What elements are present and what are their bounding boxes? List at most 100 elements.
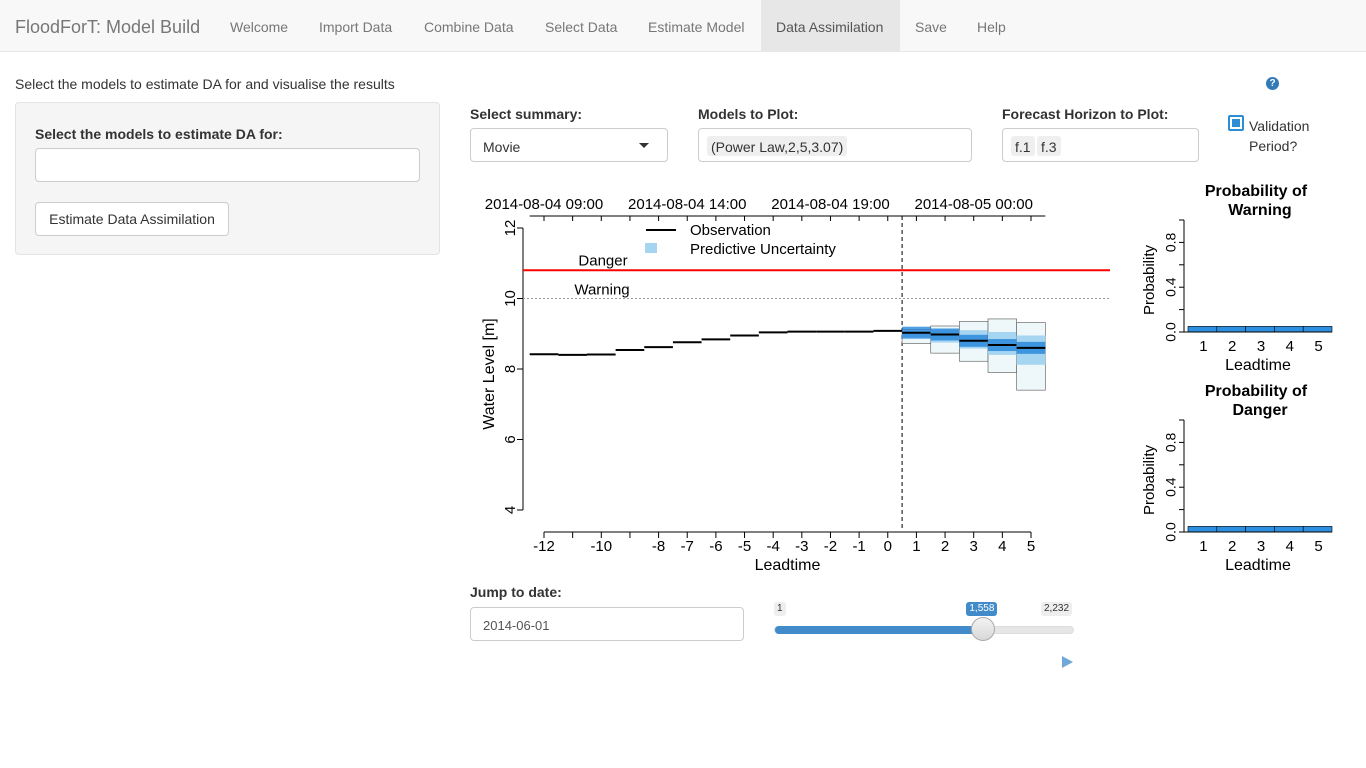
tab-welcome[interactable]: Welcome xyxy=(215,0,303,51)
prob-x-tick-label: 2 xyxy=(1228,338,1236,355)
prob-y-tick-label: 0.0 xyxy=(1163,322,1179,342)
x-tick-label: -2 xyxy=(824,538,837,555)
validation-label: Validation Period? xyxy=(1249,116,1309,156)
y-tick-label: 8 xyxy=(502,365,519,373)
prob-y-tick-label: 0.4 xyxy=(1163,477,1179,497)
y-tick-label: 6 xyxy=(502,435,519,443)
prob-y-tick-label: 0.0 xyxy=(1163,522,1179,542)
help-icon[interactable]: ? xyxy=(1266,77,1279,90)
x-tick-label: -5 xyxy=(738,538,751,555)
model-tag[interactable]: (Power Law,2,5,3.07) xyxy=(707,136,848,156)
prob-x-tick-label: 3 xyxy=(1257,538,1265,555)
prob-x-tick-label: 4 xyxy=(1286,338,1294,355)
prob-x-tick-label: 4 xyxy=(1286,538,1294,555)
tab-combine-data[interactable]: Combine Data xyxy=(409,0,529,51)
uncertainty-band xyxy=(1016,322,1046,391)
prob-x-tick-label: 1 xyxy=(1199,538,1207,555)
uncertainty-band xyxy=(987,318,1017,373)
date-slider[interactable] xyxy=(774,626,1074,634)
tab-help[interactable]: Help xyxy=(962,0,1021,51)
top-axis-label: 2014-08-04 14:00 xyxy=(628,196,746,213)
tab-import-data[interactable]: Import Data xyxy=(304,0,407,51)
x-tick-label: 0 xyxy=(884,538,892,555)
summary-select-value: Movie xyxy=(483,139,521,155)
slider-handle[interactable] xyxy=(971,617,996,641)
uncertainty-band xyxy=(959,321,989,362)
x-tick-label: 2 xyxy=(941,538,949,555)
uncertainty-band xyxy=(901,326,932,344)
horizon-tag-f3[interactable]: f.3 xyxy=(1037,136,1061,156)
validation-checkbox[interactable] xyxy=(1228,115,1244,131)
slider-max-label: 2,232 xyxy=(1041,602,1073,616)
prob-x-tick-label: 5 xyxy=(1314,538,1322,555)
x-tick-label: -12 xyxy=(533,538,555,555)
warning-label: Warning xyxy=(574,282,629,299)
x-tick-label: -10 xyxy=(590,538,612,555)
y-tick-label: 4 xyxy=(502,506,519,514)
prob-bar xyxy=(1216,326,1246,333)
horizon-tag-f1[interactable]: f.1 xyxy=(1011,136,1035,156)
jump-date-label: Jump to date: xyxy=(470,584,562,600)
app-title[interactable]: FloodForT: Model Build xyxy=(15,17,200,38)
top-axis-label: 2014-08-04 19:00 xyxy=(771,196,889,213)
tab-data-assimilation[interactable]: Data Assimilation xyxy=(761,0,900,51)
navbar: FloodForT: Model Build Welcome Import Da… xyxy=(0,0,1366,52)
prob-bar xyxy=(1187,526,1218,533)
uncertainty-band xyxy=(930,325,960,354)
probability-charts: Probability of Warning 0.0 0.4 0.8 Probabilit… xyxy=(1141,183,1333,574)
prob-bar xyxy=(1274,326,1304,333)
prob-bar xyxy=(1245,526,1275,533)
jump-date-value: 2014-06-01 xyxy=(483,618,550,633)
tab-select-data[interactable]: Select Data xyxy=(530,0,632,51)
y-axis-label: Water Level [m] xyxy=(481,318,498,429)
checkbox-checked-mark xyxy=(1232,119,1240,127)
legend-uncertainty-label: Predictive Uncertainty xyxy=(690,241,836,258)
danger-label: Danger xyxy=(578,252,627,269)
chevron-down-icon xyxy=(639,143,649,148)
x-tick-label: 3 xyxy=(970,538,978,555)
prob-y-tick-label: 0.8 xyxy=(1163,232,1179,252)
x-axis-label: Leadtime xyxy=(755,557,821,574)
prob-x-tick-label: 5 xyxy=(1314,338,1322,355)
prob-title-line2: Danger xyxy=(1232,402,1287,419)
x-tick-label: -3 xyxy=(795,538,808,555)
x-tick-label: 4 xyxy=(998,538,1006,555)
slider-min-label: 1 xyxy=(774,602,786,616)
prob-y-label: Probability xyxy=(1141,244,1158,315)
x-tick-label: -6 xyxy=(709,538,722,555)
prob-y-tick-label: 0.4 xyxy=(1163,277,1179,297)
prob-bar xyxy=(1302,326,1333,333)
jump-date-input[interactable]: 2014-06-01 xyxy=(470,607,744,641)
estimate-data-assimilation-button[interactable]: Estimate Data Assimilation xyxy=(35,202,229,236)
validation-label-line1: Validation xyxy=(1249,118,1310,134)
x-tick-label: -4 xyxy=(767,538,780,555)
summary-select[interactable]: Movie xyxy=(470,128,668,162)
prob-x-tick-label: 1 xyxy=(1199,338,1207,355)
prob-y-tick-label: 0.8 xyxy=(1163,432,1179,452)
page-intro: Select the models to estimate DA for and… xyxy=(15,76,395,92)
top-axis-label: 2014-08-04 09:00 xyxy=(485,196,603,213)
models-estimate-input[interactable] xyxy=(35,148,420,182)
sidebar-panel: Select the models to estimate DA for: Es… xyxy=(15,102,440,255)
y-tick-label: 10 xyxy=(502,290,519,307)
prob-title-line1: Probability of xyxy=(1205,183,1308,200)
top-axis-label: 2014-08-05 00:00 xyxy=(914,196,1032,213)
prob-title-line1: Probability of xyxy=(1205,383,1308,400)
models-plot-label: Models to Plot: xyxy=(698,106,799,122)
prob-bar xyxy=(1245,326,1275,333)
x-tick-label: -1 xyxy=(852,538,865,555)
tab-save[interactable]: Save xyxy=(900,0,962,51)
prob-bar xyxy=(1216,526,1246,533)
models-plot-select[interactable]: (Power Law,2,5,3.07) xyxy=(698,128,972,162)
prob-x-tick-label: 3 xyxy=(1257,338,1265,355)
x-tick-label: 1 xyxy=(912,538,920,555)
play-icon[interactable] xyxy=(1062,656,1073,668)
prob-title-line2: Warning xyxy=(1228,202,1291,219)
tab-estimate-model[interactable]: Estimate Model xyxy=(633,0,759,51)
prob-y-label: Probability xyxy=(1141,444,1158,515)
horizon-select[interactable]: f.1 f.3 xyxy=(1002,128,1199,162)
legend-observation-label: Observation xyxy=(690,222,771,239)
prob-bar xyxy=(1302,526,1333,533)
prob-x-label: Leadtime xyxy=(1225,357,1291,374)
y-tick-label: 12 xyxy=(502,220,519,237)
